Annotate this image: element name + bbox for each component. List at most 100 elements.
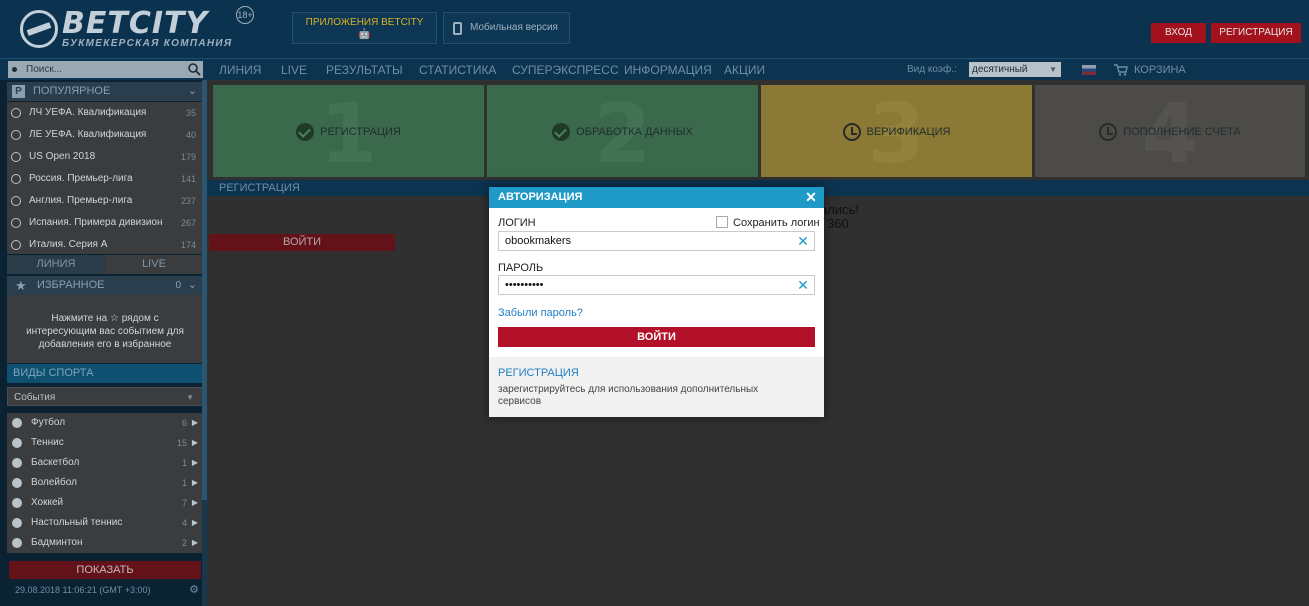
nav-superexpress[interactable]: СУПЕРЭКСПРЕСС bbox=[512, 63, 619, 77]
background-text: ались! bbox=[820, 202, 859, 217]
badminton-icon bbox=[12, 538, 22, 548]
password-label: ПАРОЛЬ bbox=[498, 262, 544, 274]
chevron-down-icon: ▼ bbox=[1049, 65, 1057, 74]
step-registration: 1 РЕГИСТРАЦИЯ bbox=[213, 85, 484, 177]
step-label: ПОПОЛНЕНИЕ СЧЕТА bbox=[1123, 125, 1241, 138]
list-item[interactable]: Англия. Премьер-лига 237 bbox=[7, 190, 203, 212]
sport-label: Футбол bbox=[31, 417, 66, 428]
sport-label: Баскетбол bbox=[31, 457, 80, 468]
sport-count: 6 bbox=[181, 418, 187, 428]
forgot-password-link[interactable]: Забыли пароль? bbox=[498, 307, 583, 319]
password-field: ✕ bbox=[498, 275, 815, 295]
list-item[interactable]: Италия. Серия А 174 bbox=[7, 234, 203, 254]
chevron-down-icon: ⌄ bbox=[187, 85, 197, 97]
search-input[interactable] bbox=[22, 61, 182, 78]
datetime: 29.08.2018 11:06:21 (GMT +3:00) ⚙ bbox=[9, 582, 205, 598]
item-count: 267 bbox=[180, 218, 196, 228]
favorites-title: ИЗБРАННОЕ bbox=[37, 279, 105, 291]
tab-live[interactable]: LIVE bbox=[105, 255, 203, 274]
item-label: ЛЕ УЕФА. Квалификация bbox=[29, 129, 147, 140]
password-input[interactable] bbox=[505, 276, 790, 294]
modal-header: АВТОРИЗАЦИЯ ✕ bbox=[489, 187, 824, 208]
item-label: Италия. Серия А bbox=[29, 239, 108, 250]
hockey-icon bbox=[12, 498, 22, 508]
clear-icon[interactable]: ✕ bbox=[796, 233, 810, 249]
step-label: РЕГИСТРАЦИЯ bbox=[320, 125, 401, 138]
coef-label: Вид коэф.: bbox=[907, 64, 957, 75]
background-text: 360 bbox=[827, 216, 849, 231]
modal-title: АВТОРИЗАЦИЯ bbox=[498, 191, 583, 203]
main-login-button[interactable]: ВОЙТИ bbox=[209, 234, 395, 251]
auth-modal: АВТОРИЗАЦИЯ ✕ ЛОГИН Сохранить логин ✕ ПА… bbox=[489, 187, 824, 417]
clear-icon[interactable]: ✕ bbox=[796, 277, 810, 293]
cart-label[interactable]: КОРЗИНА bbox=[1134, 64, 1186, 76]
register-button[interactable]: РЕГИСТРАЦИЯ bbox=[1211, 23, 1301, 43]
tab-line[interactable]: ЛИНИЯ bbox=[7, 255, 105, 274]
apps-button[interactable]: ПРИЛОЖЕНИЯ BETCITY 🤖 bbox=[292, 12, 437, 44]
remember-checkbox[interactable] bbox=[716, 216, 728, 228]
chevron-right-icon: ▶ bbox=[191, 538, 198, 547]
list-item[interactable]: ЛЕ УЕФА. Квалификация 40 bbox=[7, 124, 203, 146]
sport-count: 2 bbox=[181, 538, 187, 548]
login-field: ✕ bbox=[498, 231, 815, 251]
popular-icon: P bbox=[12, 85, 25, 98]
login-button[interactable]: ВХОД bbox=[1151, 23, 1206, 43]
gear-icon[interactable]: ⚙ bbox=[189, 582, 199, 598]
cart-icon[interactable] bbox=[1114, 64, 1128, 76]
popular-header[interactable]: P ПОПУЛЯРНОЕ ⌄ bbox=[7, 82, 203, 101]
football-icon bbox=[11, 130, 21, 140]
sport-label: Волейбол bbox=[31, 477, 77, 488]
nav-statistics[interactable]: СТАТИСТИКА bbox=[419, 63, 496, 77]
check-icon bbox=[552, 123, 571, 141]
volleyball-icon bbox=[12, 478, 22, 488]
basketball-icon bbox=[12, 458, 22, 468]
site-header: BETCITY БУКМЕКЕРСКАЯ КОМПАНИЯ 18+ ПРИЛОЖ… bbox=[0, 0, 1309, 58]
item-count: 179 bbox=[180, 152, 196, 162]
list-item[interactable]: US Open 2018 179 bbox=[7, 146, 203, 168]
sport-item-volleyball[interactable]: Волейбол 1 ▶ bbox=[7, 473, 203, 493]
registration-hint: зарегистрируйтесь для использования допо… bbox=[498, 384, 759, 407]
sport-label: Хоккей bbox=[31, 497, 64, 508]
star-icon: ★ bbox=[15, 278, 27, 293]
step-label: ОБРАБОТКА ДАННЫХ bbox=[576, 125, 693, 138]
sport-count: 1 bbox=[181, 458, 187, 468]
coef-select[interactable]: десятичный ▼ bbox=[969, 62, 1061, 77]
list-item[interactable]: Испания. Примера дивизион 267 bbox=[7, 212, 203, 234]
list-item[interactable]: Россия. Премьер-лига 141 bbox=[7, 168, 203, 190]
nav-live[interactable]: LIVE bbox=[281, 63, 307, 77]
nav-information[interactable]: ИНФОРМАЦИЯ bbox=[624, 63, 712, 77]
show-button[interactable]: ПОКАЗАТЬ bbox=[9, 561, 201, 579]
favorites-header[interactable]: ★ ИЗБРАННОЕ 0 ⌄ bbox=[7, 276, 203, 295]
sport-item-table-tennis[interactable]: Настольный теннис 4 ▶ bbox=[7, 513, 203, 533]
tennis-icon bbox=[12, 438, 22, 448]
sport-item-hockey[interactable]: Хоккей 7 ▶ bbox=[7, 493, 203, 513]
close-icon[interactable]: ✕ bbox=[803, 189, 819, 205]
submit-login-button[interactable]: ВОЙТИ bbox=[498, 327, 815, 347]
betcity-logo[interactable]: BETCITY БУКМЕКЕРСКАЯ КОМПАНИЯ 18+ bbox=[8, 6, 258, 50]
sport-item-tennis[interactable]: Теннис 15 ▶ bbox=[7, 433, 203, 453]
logo-name: BETCITY bbox=[62, 6, 209, 41]
remember-label[interactable]: Сохранить логин bbox=[733, 217, 820, 229]
football-icon bbox=[12, 418, 22, 428]
sport-item-basketball[interactable]: Баскетбол 1 ▶ bbox=[7, 453, 203, 473]
login-input[interactable] bbox=[505, 232, 790, 250]
football-icon bbox=[11, 240, 21, 250]
logo-mark-icon bbox=[20, 10, 58, 48]
item-label: Россия. Премьер-лига bbox=[29, 173, 133, 184]
nav-results[interactable]: РЕЗУЛЬТАТЫ bbox=[326, 63, 403, 77]
list-item[interactable]: ЛЧ УЕФА. Квалификация 35 bbox=[7, 102, 203, 124]
registration-link[interactable]: РЕГИСТРАЦИЯ bbox=[498, 367, 579, 379]
item-label: US Open 2018 bbox=[29, 151, 96, 162]
mobile-version-label: Мобильная версия bbox=[470, 22, 558, 33]
sport-item-football[interactable]: Футбол 6 ▶ bbox=[7, 413, 203, 433]
phone-icon bbox=[453, 22, 462, 35]
russia-flag-icon[interactable] bbox=[1082, 65, 1096, 75]
sport-item-badminton[interactable]: Бадминтон 2 ▶ bbox=[7, 533, 203, 553]
nav-promotions[interactable]: АКЦИИ bbox=[724, 63, 765, 77]
mobile-version-button[interactable]: Мобильная версия bbox=[443, 12, 570, 44]
modal-footer: РЕГИСТРАЦИЯ зарегистрируйтесь для исполь… bbox=[489, 357, 824, 417]
events-select[interactable]: События ▼ bbox=[7, 387, 203, 406]
nav-line[interactable]: ЛИНИЯ bbox=[219, 63, 261, 77]
sport-count: 4 bbox=[181, 518, 187, 528]
search-icon[interactable] bbox=[187, 62, 202, 77]
